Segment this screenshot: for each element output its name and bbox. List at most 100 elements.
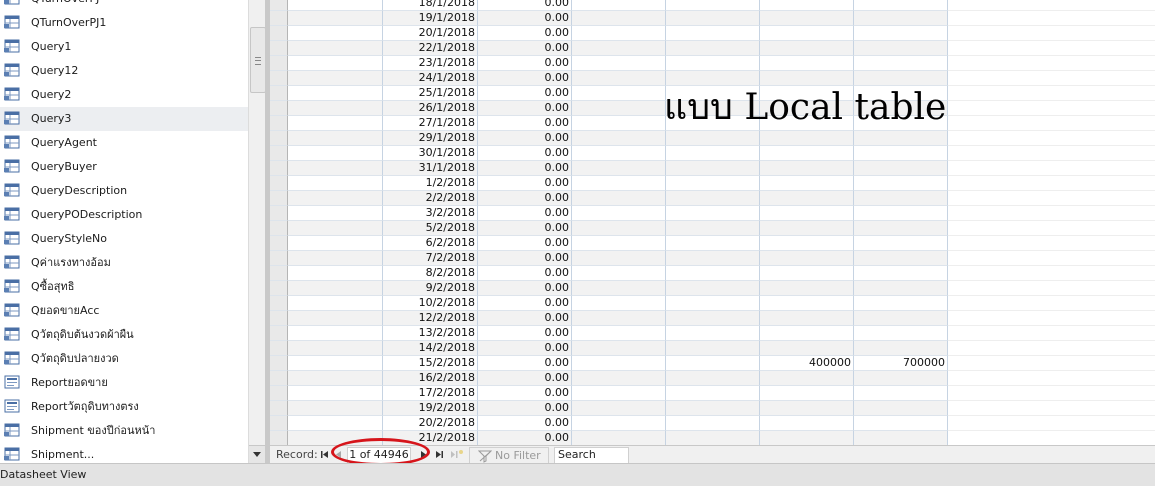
cell-col7[interactable]: [854, 11, 948, 26]
cell-amount[interactable]: 0.00: [478, 266, 572, 281]
nav-item-18[interactable]: Shipment ของปีก่อนหน้า: [0, 419, 248, 443]
table-row[interactable]: 8/2/2018 0.00: [270, 266, 1155, 281]
row-selector[interactable]: [270, 326, 288, 341]
cell-date[interactable]: 20/2/2018: [383, 416, 478, 431]
cell-col7[interactable]: [854, 416, 948, 431]
cell-col7[interactable]: [854, 56, 948, 71]
cell-col1[interactable]: [288, 56, 383, 71]
cell-col5[interactable]: [666, 56, 760, 71]
row-selector[interactable]: [270, 0, 288, 11]
cell-col6[interactable]: [760, 56, 854, 71]
row-selector[interactable]: [270, 431, 288, 445]
cell-date[interactable]: 22/1/2018: [383, 41, 478, 56]
cell-amount[interactable]: 0.00: [478, 386, 572, 401]
cell-amount[interactable]: 0.00: [478, 26, 572, 41]
cell-col5[interactable]: [666, 401, 760, 416]
first-record-button[interactable]: [320, 446, 329, 464]
nav-item-12[interactable]: Qซื้อสุทธิ: [0, 275, 248, 299]
cell-date[interactable]: 10/2/2018: [383, 296, 478, 311]
cell-amount[interactable]: 0.00: [478, 371, 572, 386]
cell-col4[interactable]: [572, 41, 666, 56]
cell-col7[interactable]: [854, 311, 948, 326]
cell-col5[interactable]: [666, 251, 760, 266]
cell-date[interactable]: 17/2/2018: [383, 386, 478, 401]
cell-col6[interactable]: [760, 146, 854, 161]
cell-col5[interactable]: [666, 11, 760, 26]
nav-item-8[interactable]: QueryDescription: [0, 179, 248, 203]
row-selector[interactable]: [270, 251, 288, 266]
row-selector[interactable]: [270, 71, 288, 86]
cell-col4[interactable]: [572, 266, 666, 281]
next-record-button[interactable]: [419, 446, 428, 464]
cell-col4[interactable]: [572, 356, 666, 371]
cell-col1[interactable]: [288, 251, 383, 266]
cell-date[interactable]: 29/1/2018: [383, 131, 478, 146]
cell-col4[interactable]: [572, 281, 666, 296]
cell-date[interactable]: 26/1/2018: [383, 101, 478, 116]
nav-scrollbar-thumb[interactable]: [250, 27, 266, 93]
cell-amount[interactable]: 0.00: [478, 146, 572, 161]
table-row[interactable]: 20/1/2018 0.00: [270, 26, 1155, 41]
cell-col6[interactable]: [760, 326, 854, 341]
cell-amount[interactable]: 0.00: [478, 281, 572, 296]
cell-date[interactable]: 1/2/2018: [383, 176, 478, 191]
cell-col1[interactable]: [288, 191, 383, 206]
row-selector[interactable]: [270, 131, 288, 146]
cell-col6[interactable]: [760, 296, 854, 311]
row-selector[interactable]: [270, 11, 288, 26]
cell-col5[interactable]: [666, 416, 760, 431]
table-row[interactable]: 18/1/2018 0.00: [270, 0, 1155, 11]
cell-col6[interactable]: [760, 281, 854, 296]
cell-col6[interactable]: [760, 236, 854, 251]
cell-col5[interactable]: [666, 341, 760, 356]
cell-col5[interactable]: [666, 311, 760, 326]
cell-date[interactable]: 9/2/2018: [383, 281, 478, 296]
cell-amount[interactable]: 0.00: [478, 176, 572, 191]
cell-col4[interactable]: [572, 431, 666, 445]
nav-item-1[interactable]: QTurnOverPJ1: [0, 11, 248, 35]
cell-col6[interactable]: [760, 431, 854, 445]
cell-date[interactable]: 5/2/2018: [383, 221, 478, 236]
cell-date[interactable]: 25/1/2018: [383, 86, 478, 101]
cell-col1[interactable]: [288, 26, 383, 41]
cell-col6[interactable]: [760, 191, 854, 206]
nav-item-15[interactable]: Qวัตถุดิบปลายงวด: [0, 347, 248, 371]
cell-col6[interactable]: [760, 41, 854, 56]
cell-amount[interactable]: 0.00: [478, 161, 572, 176]
cell-col4[interactable]: [572, 0, 666, 11]
table-row[interactable]: 14/2/2018 0.00: [270, 341, 1155, 356]
cell-date[interactable]: 2/2/2018: [383, 191, 478, 206]
nav-item-3[interactable]: Query12: [0, 59, 248, 83]
cell-amount[interactable]: 0.00: [478, 236, 572, 251]
cell-col4[interactable]: [572, 311, 666, 326]
cell-col1[interactable]: [288, 116, 383, 131]
table-row[interactable]: 15/2/2018 0.00 400000 700000: [270, 356, 1155, 371]
nav-item-7[interactable]: QueryBuyer: [0, 155, 248, 179]
cell-amount[interactable]: 0.00: [478, 116, 572, 131]
cell-col6[interactable]: [760, 386, 854, 401]
cell-col4[interactable]: [572, 296, 666, 311]
cell-amount[interactable]: 0.00: [478, 401, 572, 416]
cell-amount[interactable]: 0.00: [478, 431, 572, 445]
cell-col7[interactable]: [854, 251, 948, 266]
cell-col5[interactable]: [666, 161, 760, 176]
cell-col5[interactable]: [666, 191, 760, 206]
row-selector[interactable]: [270, 311, 288, 326]
nav-item-17[interactable]: Reportวัตถุดิบทางตรง: [0, 395, 248, 419]
cell-amount[interactable]: 0.00: [478, 221, 572, 236]
cell-amount[interactable]: 0.00: [478, 191, 572, 206]
row-selector[interactable]: [270, 86, 288, 101]
cell-date[interactable]: 18/1/2018: [383, 0, 478, 11]
row-selector[interactable]: [270, 416, 288, 431]
cell-col7[interactable]: [854, 161, 948, 176]
table-row[interactable]: 12/2/2018 0.00: [270, 311, 1155, 326]
cell-col4[interactable]: [572, 176, 666, 191]
table-row[interactable]: 19/1/2018 0.00: [270, 11, 1155, 26]
nav-item-16[interactable]: Reportยอดขาย: [0, 371, 248, 395]
cell-date[interactable]: 31/1/2018: [383, 161, 478, 176]
cell-col7[interactable]: [854, 41, 948, 56]
cell-col6[interactable]: [760, 221, 854, 236]
table-row[interactable]: 13/2/2018 0.00: [270, 326, 1155, 341]
row-selector[interactable]: [270, 341, 288, 356]
nav-item-14[interactable]: Qวัตถุดิบต้นงวดผ้าผืน: [0, 323, 248, 347]
